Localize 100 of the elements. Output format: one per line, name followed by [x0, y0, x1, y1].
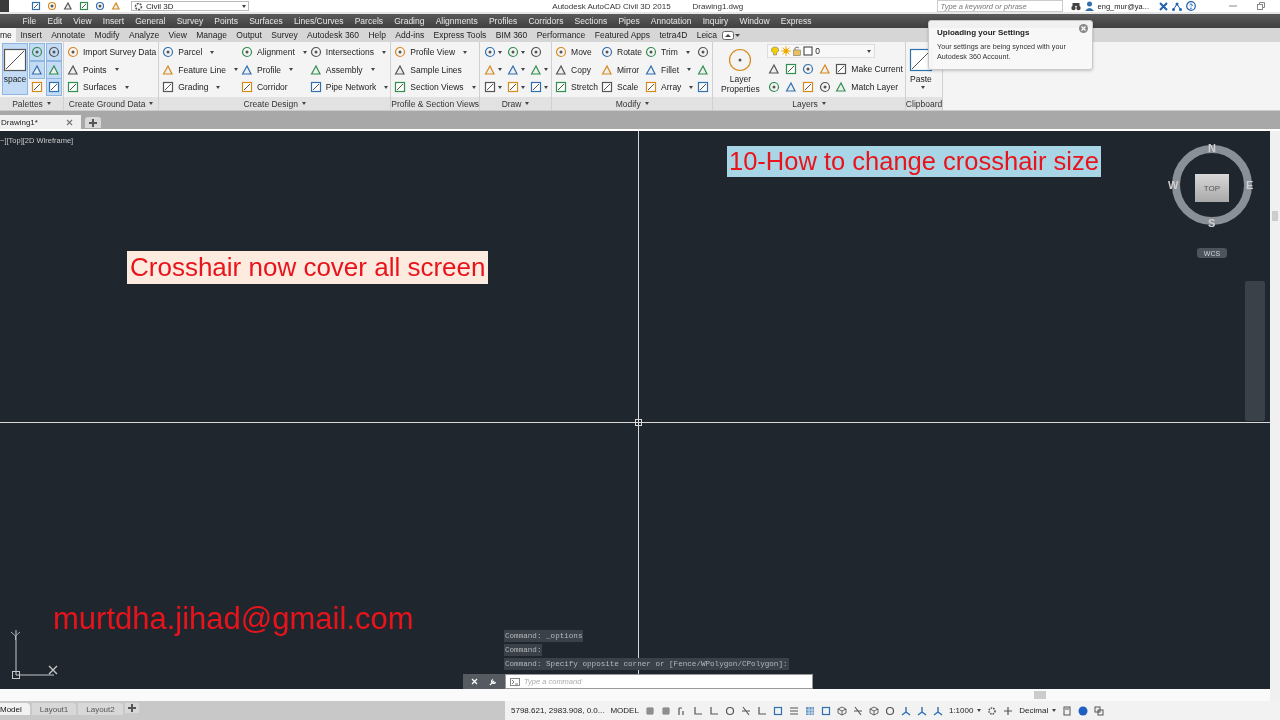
restore-icon[interactable] — [1256, 1, 1266, 11]
document-tab[interactable]: Drawing1* — [0, 115, 81, 129]
menu-item[interactable]: Inquiry — [697, 16, 734, 26]
window-icon[interactable] — [1094, 705, 1105, 716]
ribbon-button[interactable]: Sample Lines — [394, 61, 476, 78]
menu-item[interactable]: Points — [208, 16, 244, 26]
ribbon-tab[interactable]: Insert — [15, 28, 47, 42]
cube-icon[interactable] — [836, 705, 847, 716]
x-icon[interactable] — [1159, 1, 1168, 11]
hatch-icon[interactable] — [804, 705, 815, 716]
annotation-icon[interactable] — [900, 705, 911, 716]
icon-button[interactable] — [30, 79, 44, 95]
annotation-icon[interactable] — [932, 705, 943, 716]
menu-item[interactable]: Insert — [97, 16, 130, 26]
ribbon-button[interactable]: Mirror — [601, 61, 643, 78]
menu-item[interactable]: Sections — [569, 16, 613, 26]
ribbon-button[interactable]: Profile — [240, 61, 307, 78]
ribbon-tab[interactable]: Leica — [691, 28, 722, 42]
command-line-grip[interactable] — [463, 674, 505, 689]
icon-button[interactable] — [801, 79, 816, 95]
icon-button[interactable] — [30, 61, 44, 78]
ribbon-tab[interactable]: Help — [363, 28, 391, 42]
panel-title[interactable]: Layers — [713, 97, 905, 110]
icon-button[interactable] — [506, 79, 527, 95]
grid-icon[interactable] — [644, 705, 655, 716]
panel-title[interactable]: Modify — [552, 97, 713, 110]
ribbon-tab[interactable]: Survey — [266, 28, 303, 42]
help-icon[interactable] — [1186, 1, 1196, 11]
icon-button[interactable] — [696, 79, 711, 95]
menu-item[interactable]: File — [17, 16, 42, 26]
ribbon-button[interactable]: Scale — [601, 79, 643, 95]
icon-button[interactable] — [47, 79, 61, 95]
menu-item[interactable]: Survey — [171, 16, 209, 26]
ribbon-button[interactable]: Grading — [162, 79, 238, 95]
menu-item[interactable]: Parcels — [349, 16, 389, 26]
layer-dropdown[interactable]: 0 — [767, 44, 876, 58]
annotation-scale-dropdown[interactable]: 1:1000 — [948, 706, 982, 715]
panel-title[interactable]: Clipboard — [905, 97, 943, 110]
vertical-scrollbar[interactable] — [1270, 131, 1280, 701]
icon-button[interactable] — [483, 79, 504, 95]
compass-ring[interactable] — [1169, 142, 1255, 228]
ribbon-button[interactable]: Stretch — [555, 79, 598, 95]
square-icon[interactable] — [820, 705, 831, 716]
ribbon-tab[interactable]: Output — [231, 28, 267, 42]
panel-title[interactable]: Draw — [480, 97, 552, 110]
ribbon-button[interactable]: Array — [645, 79, 694, 95]
prompt-icon[interactable] — [510, 677, 520, 686]
ribbon-tab[interactable]: Modify — [89, 28, 125, 42]
panel-title[interactable]: Profile & Section Views — [391, 97, 480, 110]
menu-item[interactable]: Surfaces — [243, 16, 289, 26]
model-space-button[interactable]: MODEL — [610, 706, 639, 715]
ribbon-button[interactable]: Surfaces — [67, 79, 157, 95]
ribbon-button[interactable]: Make Current — [835, 60, 903, 77]
menu-item[interactable]: Express — [775, 16, 818, 26]
ribbon-tab[interactable]: View — [163, 28, 192, 42]
binoculars-icon[interactable] — [1070, 1, 1081, 11]
menu-item[interactable]: Window — [733, 16, 776, 26]
ribbon-button[interactable]: Alignment — [240, 44, 307, 60]
diagonal-icon[interactable] — [740, 705, 751, 716]
icon-button[interactable] — [767, 79, 782, 95]
ribbon-tab[interactable]: tetra4D — [654, 28, 692, 42]
ribbon-button[interactable]: Corridor — [240, 79, 307, 95]
icon-button[interactable] — [47, 61, 61, 78]
new-layout-button[interactable] — [124, 703, 139, 713]
angle-icon[interactable] — [708, 705, 719, 716]
ribbon-button[interactable]: Feature Line — [162, 61, 238, 78]
horizontal-scrollbar[interactable] — [0, 689, 1270, 701]
ribbon-button[interactable]: Intersections — [309, 44, 389, 60]
units-dropdown[interactable]: Decimal — [1019, 706, 1057, 715]
panel-title[interactable]: Create Design — [159, 97, 391, 110]
angle-icon[interactable] — [756, 705, 767, 716]
ribbon-button[interactable]: Pipe Network — [309, 79, 389, 95]
menu-item[interactable]: Edit — [41, 16, 68, 26]
menu-item[interactable]: View — [67, 16, 98, 26]
ribbon-button[interactable]: Fillet — [645, 61, 694, 78]
panel-toggle-icon[interactable] — [721, 30, 740, 40]
ribbon-button[interactable]: Rotate — [601, 44, 643, 60]
icon-button[interactable] — [483, 44, 504, 60]
ribbon-tab[interactable]: Annotate — [46, 28, 90, 42]
menu-item[interactable]: Pipes — [612, 16, 646, 26]
close-icon[interactable] — [65, 118, 73, 126]
gear-icon[interactable] — [987, 705, 998, 716]
annotation-icon[interactable] — [916, 705, 927, 716]
angle-icon[interactable] — [692, 705, 703, 716]
user-icon[interactable] — [1084, 1, 1094, 11]
diagonal-icon[interactable] — [852, 705, 863, 716]
menu-item[interactable]: Annotation — [645, 16, 698, 26]
cube-icon[interactable] — [868, 705, 879, 716]
ribbon-button[interactable]: Parcel — [162, 44, 238, 60]
icon-button[interactable] — [696, 44, 711, 60]
menu-item[interactable]: General — [129, 16, 172, 26]
plus-icon[interactable] — [1003, 705, 1014, 716]
layout-tab[interactable]: Layout2 — [78, 703, 123, 715]
panel-title[interactable]: Palettes — [0, 97, 63, 110]
menu-item[interactable]: Profiles — [483, 16, 523, 26]
panel-title[interactable]: Create Ground Data — [64, 97, 159, 110]
circle-icon[interactable] — [884, 705, 895, 716]
ribbon-tab[interactable]: me — [0, 28, 16, 42]
drawing-canvas[interactable] — [0, 131, 1270, 689]
ribbon-button[interactable]: Profile View — [394, 44, 476, 60]
